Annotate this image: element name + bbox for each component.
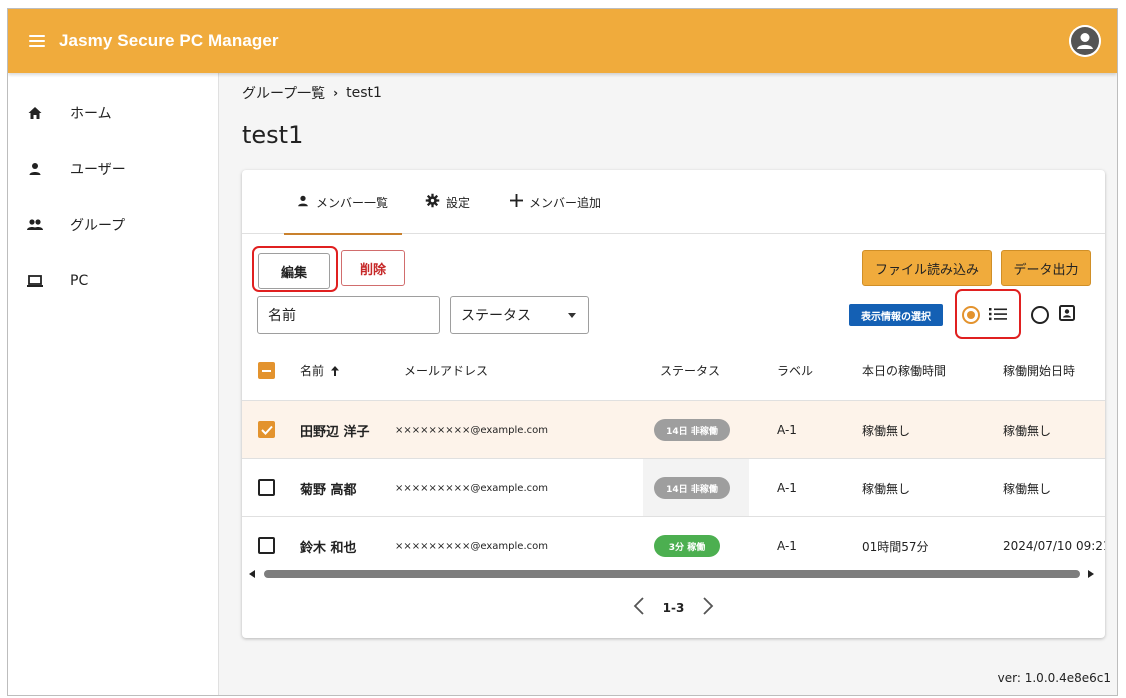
today-working-time: 稼働無し (862, 423, 911, 438)
status-badge: 14日 非稼働 (654, 477, 730, 499)
status-badge: 14日 非稼働 (654, 419, 730, 441)
list-icon (989, 306, 1007, 325)
member-label: A-1 (777, 481, 797, 495)
member-name: 菊野 高都 (300, 482, 357, 498)
home-icon (26, 104, 44, 122)
gear-icon (425, 193, 440, 211)
member-label: A-1 (777, 423, 797, 437)
laptop-icon (26, 272, 44, 290)
tab-add-member[interactable]: メンバー追加 (510, 170, 601, 234)
check-icon (260, 425, 273, 435)
scroll-left-arrow-icon[interactable] (248, 570, 256, 578)
row-checkbox[interactable] (258, 479, 275, 496)
group-members-card: メンバー一覧 設定 メンバー追加 編集 削除 ファイル読み込み データ出力 名前… (242, 170, 1105, 638)
caret-down-icon (568, 312, 576, 318)
tab-label: メンバー追加 (529, 195, 602, 210)
breadcrumb-current: test1 (346, 85, 382, 101)
member-email: ×××××××××@example.com (395, 424, 548, 436)
breadcrumb-separator: › (333, 86, 339, 100)
tab-member-list[interactable]: メンバー一覧 (283, 170, 403, 235)
sort-arrow-up-icon (331, 365, 340, 376)
tab-bar: メンバー一覧 設定 メンバー追加 (242, 170, 1105, 235)
status-column-header[interactable]: ステータス (660, 362, 720, 379)
card-view-radio[interactable] (1031, 306, 1049, 324)
hamburger-menu-icon[interactable] (29, 35, 45, 47)
horizontal-scrollbar[interactable] (242, 566, 1105, 580)
row-checkbox[interactable] (258, 421, 275, 438)
today-time-column-header[interactable]: 本日の稼働時間 (862, 362, 946, 379)
status-filter-value: ステータス (461, 308, 531, 324)
plus-icon (510, 194, 523, 210)
table-row[interactable]: 菊野 高都 ×××××××××@example.com 14日 非稼働 A-1 … (242, 458, 1105, 516)
edit-button[interactable]: 編集 (258, 253, 330, 289)
sidebar-item-pc[interactable]: PC (8, 261, 219, 301)
sidebar-item-groups[interactable]: グループ (8, 205, 219, 245)
scroll-right-arrow-icon[interactable] (1087, 570, 1095, 578)
previous-page-icon[interactable] (633, 596, 645, 621)
app-window: Jasmy Secure PC Manager ホーム ユーザー グループ PC… (7, 8, 1118, 696)
page-range: 1-3 (662, 601, 685, 615)
sidebar-item-label: PC (70, 273, 89, 289)
member-name: 田野辺 洋子 (300, 424, 370, 440)
version-label: ver: 1.0.0.4e8e6c1 (997, 671, 1111, 685)
status-badge: 3分 稼働 (654, 535, 720, 557)
file-import-button[interactable]: ファイル読み込み (862, 250, 992, 286)
breadcrumb-link-group-list[interactable]: グループ一覧 (242, 83, 325, 103)
top-app-bar: Jasmy Secure PC Manager (8, 9, 1117, 73)
sidebar: ホーム ユーザー グループ PC (8, 73, 219, 695)
working-start-time: 稼働無し (1003, 481, 1052, 496)
today-working-time: 稼働無し (862, 481, 911, 496)
table-row[interactable]: 田野辺 洋子 ×××××××××@example.com 14日 非稼働 A-1… (242, 400, 1105, 458)
status-filter-select[interactable]: ステータス (450, 296, 589, 334)
app-title: Jasmy Secure PC Manager (59, 31, 279, 50)
person-icon (26, 160, 44, 178)
breadcrumb: グループ一覧 › test1 (242, 83, 382, 103)
page-title: test1 (242, 121, 304, 149)
card-view-toggle[interactable] (1031, 304, 1075, 326)
tab-label: 設定 (446, 195, 471, 210)
sidebar-item-label: ホーム (70, 106, 112, 122)
pagination: 1-3 (242, 596, 1105, 620)
table-header: 名前 メールアドレス ステータス ラベル 本日の稼働時間 稼働開始日時 (242, 342, 1105, 400)
working-start-time: 稼働無し (1003, 423, 1052, 438)
row-checkbox[interactable] (258, 537, 275, 554)
sidebar-item-users[interactable]: ユーザー (8, 149, 219, 189)
sidebar-item-label: ユーザー (70, 162, 126, 178)
tab-label: メンバー一覧 (316, 195, 389, 210)
account-avatar-icon[interactable] (1069, 25, 1101, 57)
tab-settings[interactable]: 設定 (425, 170, 470, 234)
list-view-toggle[interactable] (962, 304, 1007, 326)
sidebar-item-home[interactable]: ホーム (8, 93, 219, 133)
column-header-label: 名前 (300, 364, 325, 378)
person-icon (296, 194, 310, 211)
delete-button[interactable]: 削除 (341, 250, 405, 286)
main-content: グループ一覧 › test1 test1 メンバー一覧 設定 メンバー追加 編集… (219, 73, 1117, 695)
display-info-select-button[interactable]: 表示情報の選択 (849, 304, 943, 326)
name-column-header[interactable]: 名前 (300, 362, 340, 379)
select-all-checkbox[interactable] (258, 362, 275, 379)
contact-card-icon (1059, 305, 1075, 325)
data-export-button[interactable]: データ出力 (1001, 250, 1091, 286)
label-column-header[interactable]: ラベル (777, 362, 813, 379)
group-icon (26, 216, 44, 234)
scrollbar-thumb[interactable] (264, 570, 1080, 578)
list-view-radio[interactable] (962, 306, 980, 324)
member-email: ×××××××××@example.com (395, 482, 548, 494)
email-column-header[interactable]: メールアドレス (404, 362, 488, 379)
next-page-icon[interactable] (702, 596, 714, 621)
name-filter-input[interactable]: 名前 (257, 296, 440, 334)
start-time-column-header[interactable]: 稼働開始日時 (1003, 362, 1075, 379)
sidebar-item-label: グループ (70, 218, 126, 234)
